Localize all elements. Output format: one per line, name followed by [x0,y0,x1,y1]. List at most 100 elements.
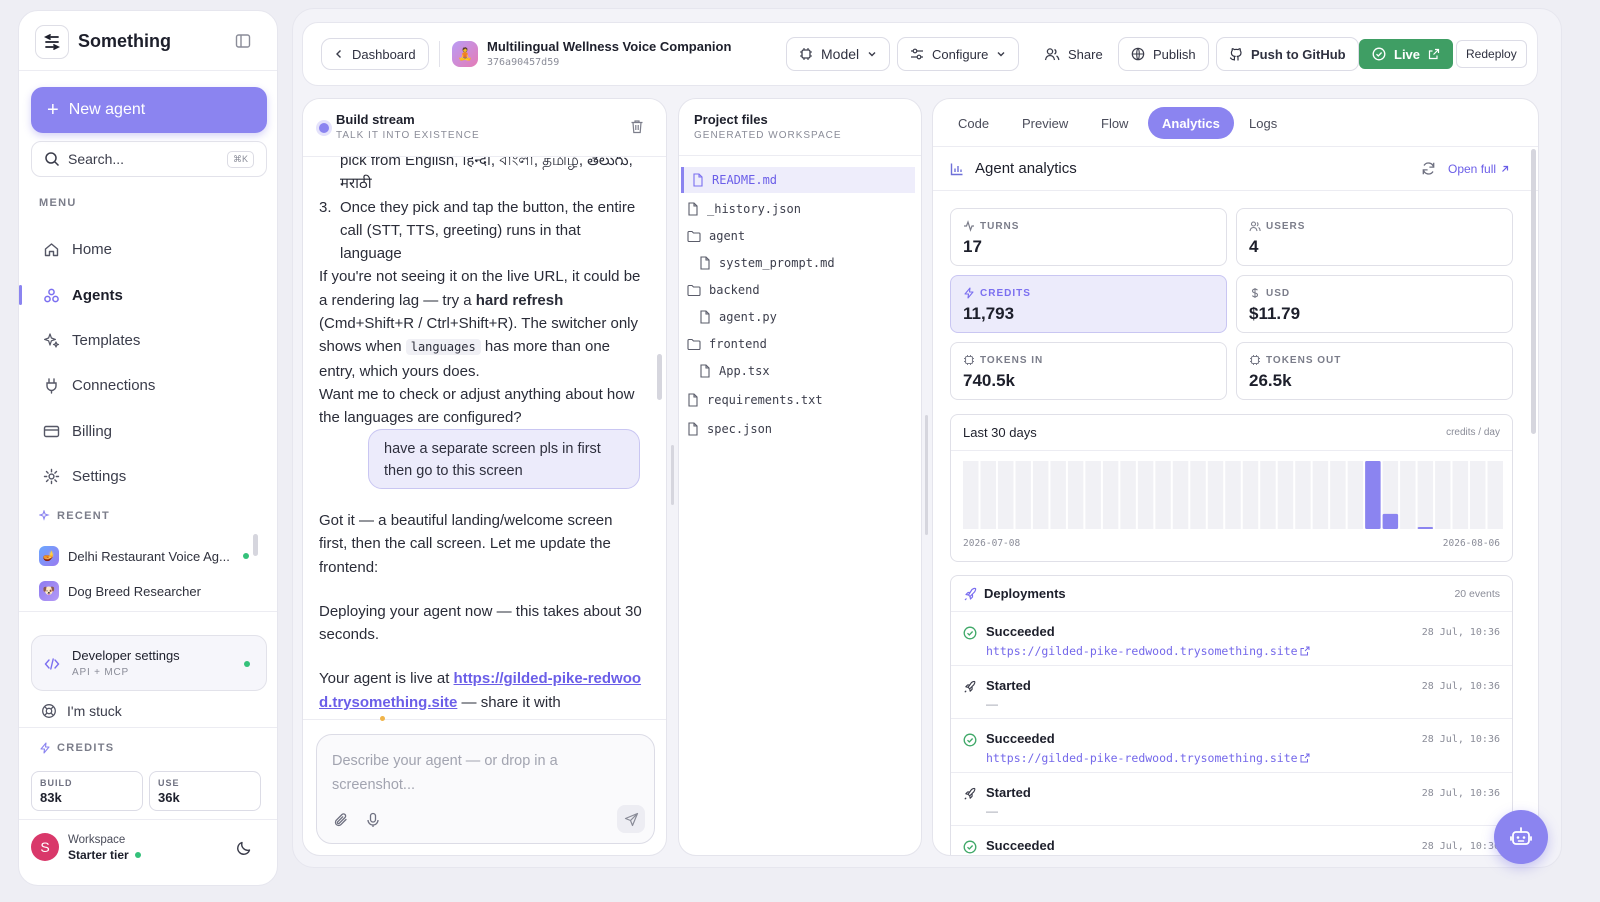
search-input[interactable]: Search... ⌘K [31,141,267,177]
model-dropdown[interactable]: Model [786,37,891,71]
folder-item[interactable]: backend [687,277,921,303]
folder-icon [687,230,701,243]
bar-track [1102,461,1119,529]
bar-track [1452,461,1469,529]
configure-dropdown[interactable]: Configure [897,37,1020,71]
redeploy-button[interactable]: Redeploy [1456,40,1527,68]
build-credits: BUILD 83k [31,771,143,811]
rocket-icon [964,680,976,693]
tab-code[interactable]: Code [944,107,1003,139]
im-stuck-button[interactable]: I'm stuck [41,703,122,719]
deployment-status: Started [986,677,1031,693]
recent-item[interactable]: 🐶 Dog Breed Researcher [39,576,264,606]
file-item[interactable]: agent.py [687,304,921,330]
back-to-dashboard-button[interactable]: Dashboard [321,38,429,70]
file-item[interactable]: system_prompt.md [687,250,921,276]
project-files-title: Project files [694,112,768,127]
bar-chart-icon [950,163,963,176]
file-item[interactable]: README.md [681,167,915,193]
plug-icon [46,377,57,394]
nav-billing[interactable]: Billing [31,413,267,449]
divider [951,450,1512,451]
send-icon [624,812,638,826]
workspace-switcher[interactable]: S Workspace Starter tier [31,825,267,871]
bar-track [1260,461,1276,529]
tab-analytics[interactable]: Analytics [1148,107,1234,139]
file-name: spec.json [707,422,773,436]
developer-settings-button[interactable]: Developer settings API + MCP [31,635,267,691]
collapse-sidebar-icon[interactable] [235,33,251,49]
send-button[interactable] [617,805,645,833]
logo-icon[interactable] [35,25,69,59]
nav-templates-label: Templates [72,331,141,349]
file-name: backend [709,283,760,297]
moon-icon[interactable] [236,840,252,856]
file-item[interactable]: requirements.txt [687,387,921,413]
bar-track [1172,461,1189,529]
composer[interactable]: Describe your agent — or drop in a scree… [316,734,655,844]
microphone-icon[interactable] [366,812,380,828]
refresh-icon[interactable] [1421,161,1436,176]
nav-home-label: Home [72,240,113,258]
publish-button[interactable]: Publish [1118,37,1209,71]
nav-connections[interactable]: Connections [31,367,267,403]
chart-bar[interactable] [1417,527,1434,529]
scrollbar[interactable] [1531,149,1536,434]
assistant-bot-button[interactable] [1494,810,1548,864]
file-item[interactable]: _history.json [687,196,921,222]
nav-settings-label: Settings [72,467,127,485]
file-item[interactable]: App.tsx [687,358,921,384]
nav-home[interactable]: Home [31,231,267,267]
folder-item[interactable]: frontend [687,331,921,357]
share-button[interactable]: Share [1031,37,1116,71]
tab-flow[interactable]: Flow [1087,107,1142,139]
users-icon [1249,221,1261,232]
check-circle-icon [963,733,977,747]
metric-card: CREDITS 11,793 [950,275,1227,333]
composer-input[interactable]: Describe your agent — or drop in a scree… [332,749,582,797]
message-text: Want me to check or adjust anything abou… [319,385,635,427]
nav-settings[interactable]: Settings [31,458,267,494]
build-stream-titles: Build stream TALK IT INTO EXISTENCE [336,112,480,141]
scrollbar[interactable] [657,354,662,400]
im-stuck-label: I'm stuck [67,703,122,719]
deployment-url[interactable]: https://gilded-pike-redwood.trysomething… [986,644,1310,658]
bar-track [1190,461,1206,529]
nav-templates[interactable]: Templates [31,322,267,358]
metric-card: USD $11.79 [1236,275,1513,333]
bar-track [1417,461,1434,529]
file-item[interactable]: spec.json [687,416,921,442]
bar-track [1487,461,1503,529]
resize-handle[interactable] [671,445,674,505]
push-to-github-button[interactable]: Push to GitHub [1216,37,1359,71]
bar-track [1347,461,1364,529]
brand-name: Something [78,31,171,51]
recent-item[interactable]: 🪔 Delhi Restaurant Voice Ag... [39,541,264,571]
nav-agents[interactable]: Agents [19,277,267,313]
trash-icon[interactable] [630,119,644,134]
credits-bar-chart [963,461,1503,529]
scrollbar[interactable] [253,534,258,556]
external-link-icon [1298,644,1310,658]
analytics-title: Agent analytics [975,160,1077,177]
chart-bar[interactable] [1382,513,1399,529]
build-credits-label: BUILD [40,778,73,788]
deployment-url[interactable]: https://gilded-pike-redwood.trysomething… [986,751,1310,765]
resize-handle[interactable] [925,415,928,535]
folder-item[interactable]: agent [687,223,921,249]
assistant-message: Got it — a beautiful landing/welcome scr… [319,509,644,714]
tab-logs[interactable]: Logs [1235,107,1291,139]
metric-label: TOKENS OUT [1266,354,1342,366]
live-button[interactable]: Live [1359,39,1454,69]
paperclip-icon[interactable] [333,812,349,828]
new-agent-button[interactable]: + New agent [31,87,267,133]
bar-track [1400,461,1416,529]
tab-preview[interactable]: Preview [1008,107,1082,139]
chart-bar[interactable] [1365,461,1381,529]
avatar: S [31,833,59,861]
share-label: Share [1068,46,1103,62]
file-icon [687,393,699,407]
open-full-link[interactable]: Open full [1448,162,1510,176]
check-circle-icon [963,626,977,640]
message-text: pick from English, हिन्दी, বাংলা, தமிழ, … [340,157,633,169]
